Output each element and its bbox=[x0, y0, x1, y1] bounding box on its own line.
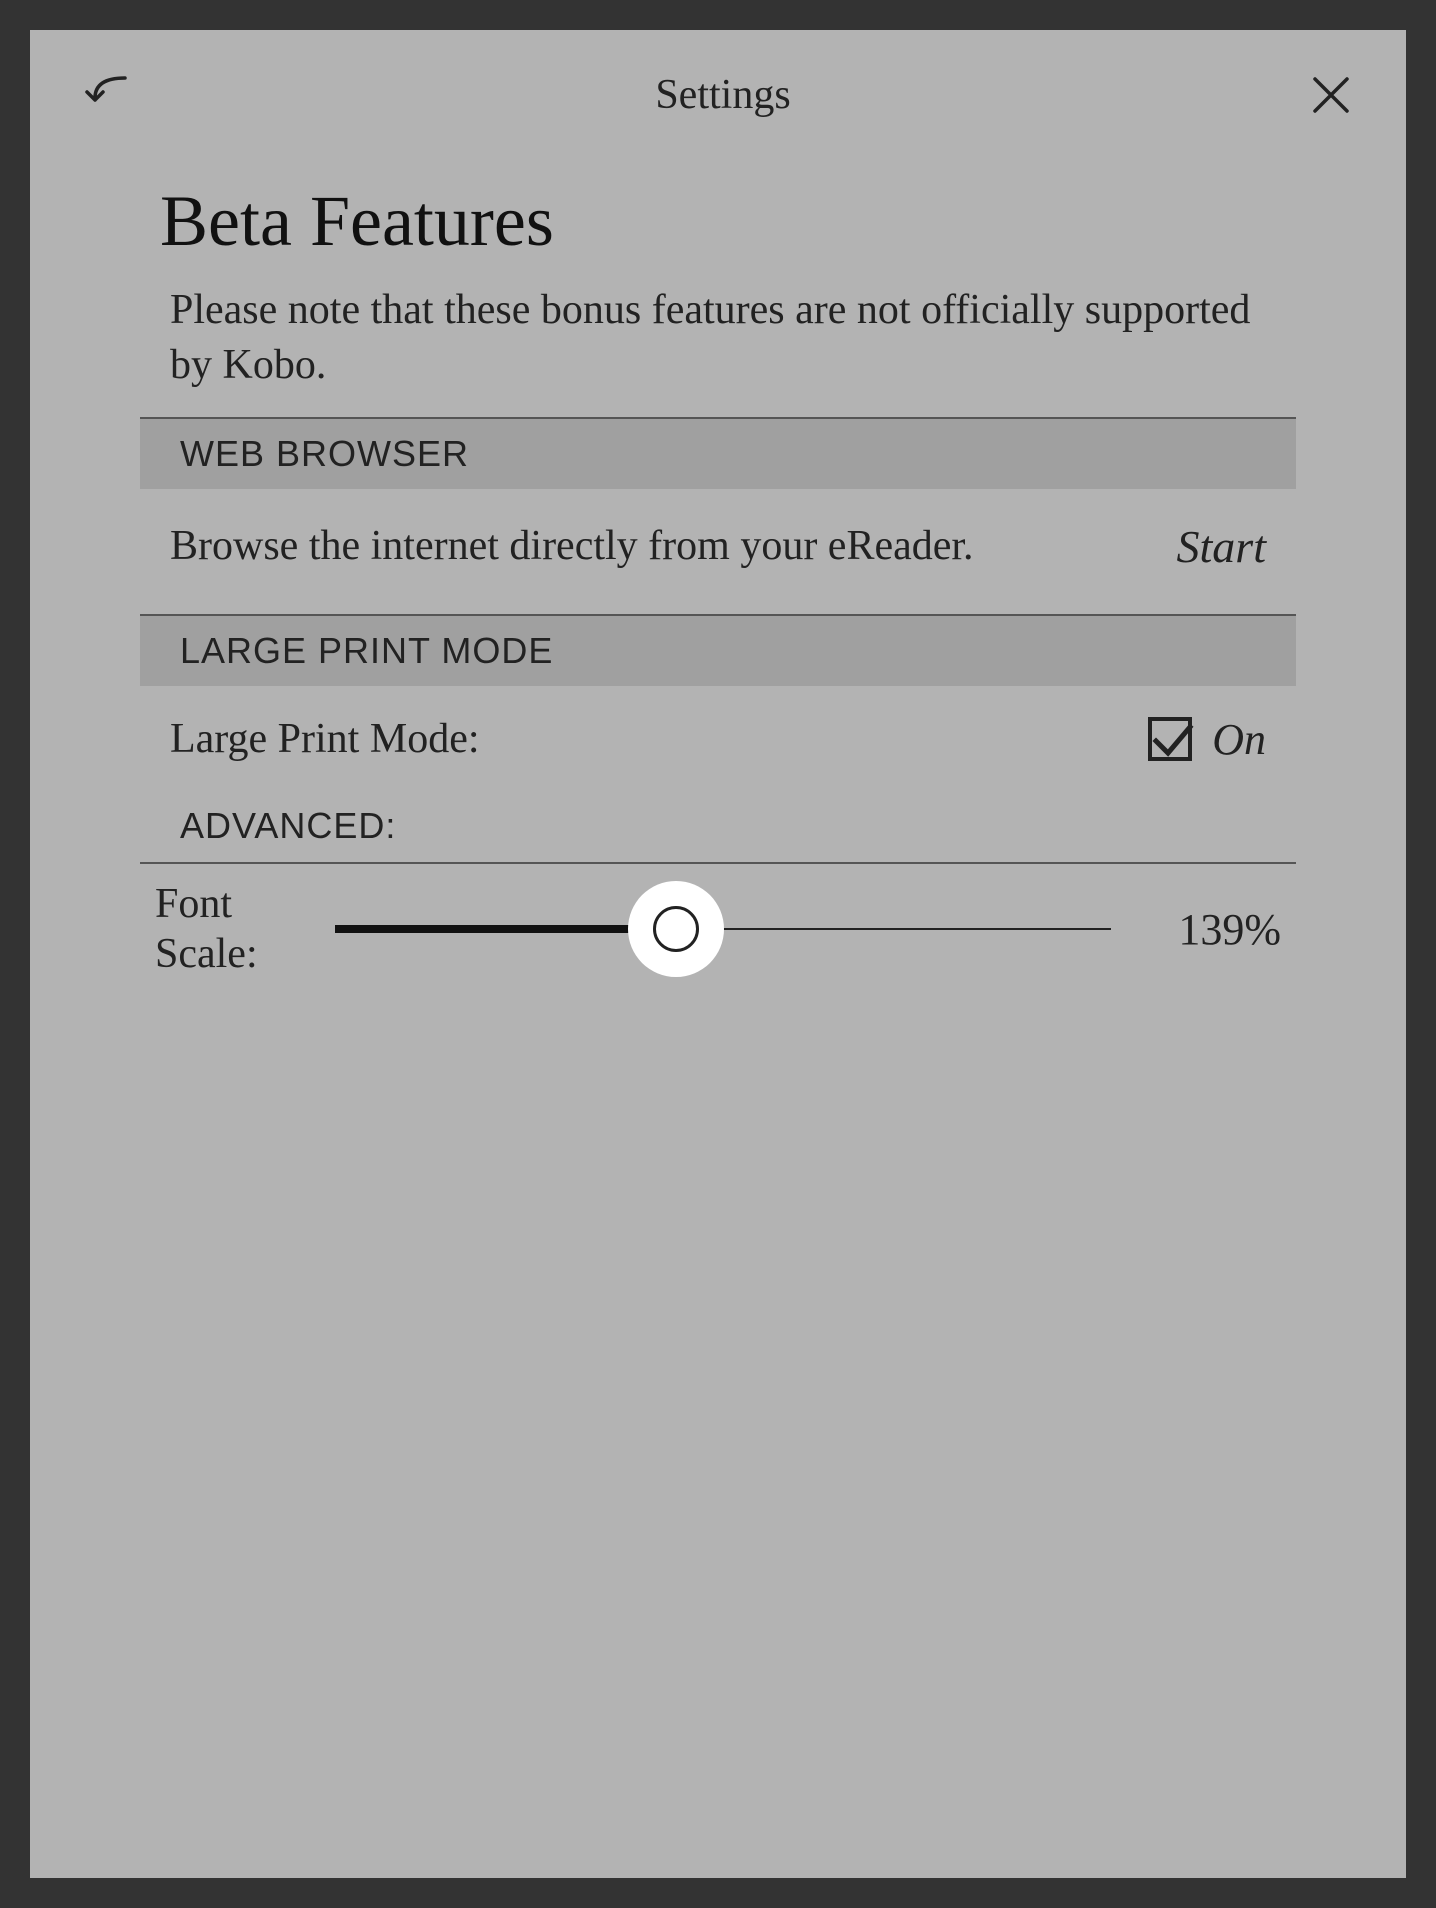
font-scale-slider[interactable] bbox=[335, 894, 1111, 964]
close-icon[interactable] bbox=[1311, 75, 1351, 115]
font-scale-row: Font Scale: 139% bbox=[140, 864, 1296, 980]
large-print-label: Large Print Mode: bbox=[170, 715, 480, 763]
font-scale-value: 139% bbox=[1141, 904, 1281, 955]
large-print-checkbox[interactable] bbox=[1148, 717, 1192, 761]
start-button[interactable]: Start bbox=[1137, 520, 1266, 573]
slider-thumb[interactable] bbox=[628, 881, 724, 977]
web-browser-row: Browse the internet directly from your e… bbox=[140, 489, 1296, 614]
header-title: Settings bbox=[655, 71, 790, 119]
settings-screen: Settings Beta Features Please note that … bbox=[30, 30, 1406, 1878]
section-header-web-browser: WEB BROWSER bbox=[140, 417, 1296, 489]
large-print-row: Large Print Mode: On bbox=[140, 686, 1296, 785]
slider-thumb-inner-icon bbox=[653, 906, 699, 952]
large-print-toggle: On bbox=[1148, 714, 1266, 765]
page-subtitle: Please note that these bonus features ar… bbox=[30, 283, 1406, 417]
slider-fill bbox=[335, 925, 676, 933]
large-print-state: On bbox=[1212, 714, 1266, 765]
back-icon[interactable] bbox=[85, 70, 135, 120]
web-browser-desc: Browse the internet directly from your e… bbox=[170, 519, 1137, 574]
font-scale-label: Font Scale: bbox=[155, 879, 305, 980]
content-area: Beta Features Please note that these bon… bbox=[30, 150, 1406, 980]
advanced-label: ADVANCED: bbox=[140, 785, 1296, 862]
header-bar: Settings bbox=[30, 30, 1406, 150]
section-header-large-print: LARGE PRINT MODE bbox=[140, 614, 1296, 686]
page-title: Beta Features bbox=[30, 180, 1406, 283]
